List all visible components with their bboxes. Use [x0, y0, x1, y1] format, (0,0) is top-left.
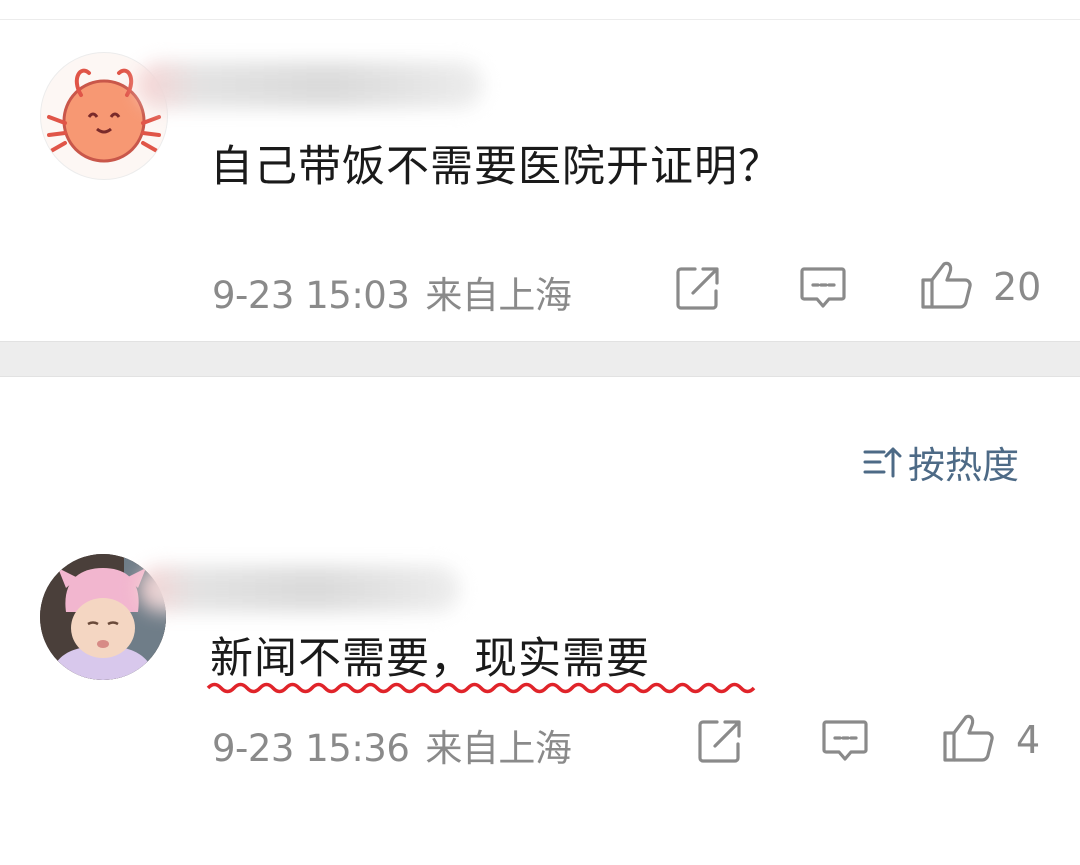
comment-time: 9-23 15:36	[212, 727, 410, 770]
sort-by-hot-button[interactable]: 按热度	[862, 440, 1019, 487]
comment-meta: 9-23 15:36 来自上海	[212, 718, 572, 772]
comment-text: 自己带饭不需要医院开证明？	[210, 142, 782, 192]
like-button[interactable]	[920, 260, 974, 314]
share-button[interactable]	[697, 718, 743, 768]
comment-text: 新闻不需要，现实需要	[210, 634, 650, 684]
comment-icon	[800, 267, 846, 308]
comment-icon	[822, 720, 868, 761]
share-icon	[698, 720, 741, 763]
username-blurred[interactable]	[138, 62, 483, 108]
sort-label: 按热度	[908, 444, 1019, 487]
username-blurred[interactable]	[138, 566, 460, 612]
comment-time: 9-23 15:03	[212, 274, 410, 317]
comment-location: 来自上海	[425, 727, 572, 770]
like-count: 4	[1016, 718, 1041, 762]
like-count: 20	[993, 265, 1042, 309]
reply-button[interactable]	[799, 265, 847, 315]
comment-location: 来自上海	[425, 274, 572, 317]
thumbs-up-icon	[921, 261, 972, 309]
share-icon	[676, 267, 719, 310]
reply-button[interactable]	[821, 718, 869, 768]
sort-icon	[863, 447, 902, 478]
highlight-underline	[206, 682, 756, 694]
thumbs-up-icon	[943, 714, 994, 762]
share-button[interactable]	[675, 265, 721, 315]
comment-meta: 9-23 15:03 来自上海	[212, 265, 572, 319]
top-divider	[0, 19, 1080, 20]
like-button[interactable]	[942, 713, 996, 767]
section-separator	[0, 341, 1080, 377]
